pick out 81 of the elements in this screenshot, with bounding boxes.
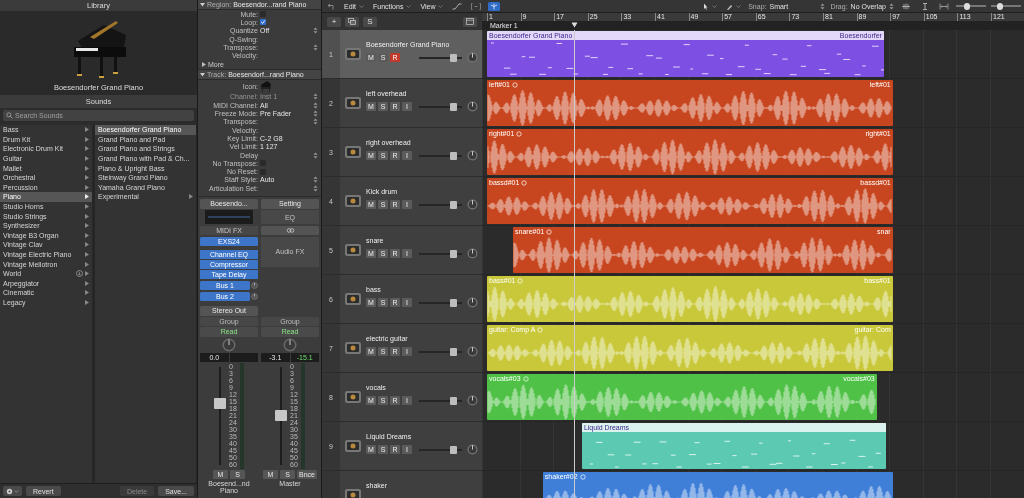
- global-tracks-button[interactable]: [463, 16, 477, 27]
- slider-thumb[interactable]: [449, 151, 457, 160]
- duplicate-track-button[interactable]: [345, 16, 359, 27]
- slider-thumb[interactable]: [449, 445, 457, 454]
- slider-thumb[interactable]: [449, 102, 457, 111]
- pointer-tool-button[interactable]: [701, 1, 720, 11]
- checkmark-icon: [260, 19, 266, 26]
- bracket-icon: [471, 2, 482, 10]
- arrow-icon: [327, 2, 335, 10]
- duplicate-icon: [348, 18, 356, 25]
- send-knob: [251, 281, 258, 289]
- instrument-icon: [343, 388, 363, 406]
- fader-handle[interactable]: [214, 398, 227, 410]
- search-icon: [6, 112, 13, 119]
- instrument-icon: [343, 45, 363, 63]
- pan-knob: [467, 297, 478, 308]
- send-knob: [251, 292, 258, 300]
- link-button[interactable]: [261, 225, 319, 235]
- playhead-line[interactable]: [573, 30, 575, 498]
- slider-thumb[interactable]: [449, 200, 457, 209]
- pencil-icon: [726, 2, 734, 10]
- catch-button[interactable]: [488, 1, 501, 11]
- tool-button[interactable]: [937, 1, 951, 11]
- caret-icon: [438, 4, 444, 8]
- instrument-icon: [343, 339, 363, 357]
- checkbox[interactable]: [260, 11, 266, 18]
- pan-knob: [467, 444, 478, 455]
- playhead-icon: [570, 22, 578, 28]
- link-icon: [285, 227, 295, 233]
- stepper-icon: [313, 27, 318, 35]
- instrument-icon: [343, 290, 363, 308]
- stepper-icon: [313, 43, 318, 51]
- volume-slider[interactable]: [419, 56, 462, 59]
- pan-knob: [467, 199, 478, 210]
- pan-knob: [467, 101, 478, 112]
- playhead-icon: [490, 2, 499, 10]
- slider-thumb[interactable]: [449, 347, 457, 356]
- slider-thumb[interactable]: [963, 2, 970, 10]
- pan-knob: [467, 346, 478, 357]
- global-solo-button[interactable]: S: [363, 16, 377, 27]
- slider-thumb[interactable]: [997, 2, 1003, 10]
- pan-knob: [467, 52, 478, 63]
- waveform-zoom-icon: [901, 2, 911, 10]
- caret-icon: [712, 4, 718, 8]
- pan-knob: [222, 337, 236, 352]
- pan-knob: [283, 337, 297, 352]
- fit-width-icon: [939, 2, 949, 10]
- pointer-icon: [703, 2, 710, 10]
- curve-icon: [452, 2, 463, 10]
- stepper-icon: [889, 2, 894, 10]
- gear-icon: [6, 487, 19, 495]
- slider-thumb[interactable]: [449, 53, 457, 62]
- pan-knob: [467, 395, 478, 406]
- tool-button[interactable]: [899, 1, 913, 11]
- checkbox[interactable]: [260, 19, 266, 26]
- slider-thumb[interactable]: [449, 249, 457, 258]
- slider-thumb[interactable]: [449, 396, 457, 405]
- caret-icon: [359, 4, 365, 8]
- disclosure-icon: [200, 2, 205, 7]
- automation-curve-button[interactable]: [450, 1, 465, 11]
- instrument-icon: [343, 241, 363, 259]
- stepper-icon: [313, 151, 318, 159]
- flex-button[interactable]: [469, 1, 484, 11]
- window-icon: [466, 18, 474, 25]
- instrument-icon: [343, 94, 363, 112]
- peak-readout: [229, 352, 258, 362]
- add-track-button[interactable]: +: [327, 16, 341, 27]
- pan-knob: [467, 150, 478, 161]
- stepper-icon: [820, 2, 826, 10]
- caret-icon: [406, 4, 412, 8]
- instrument-icon: [343, 192, 363, 210]
- slider-thumb[interactable]: [449, 298, 457, 307]
- fader-handle[interactable]: [275, 410, 288, 421]
- instrument-icon: [343, 143, 363, 161]
- grand-piano-icon: [260, 80, 272, 93]
- back-button[interactable]: [325, 1, 337, 11]
- pan-knob: [467, 248, 478, 259]
- caret-icon: [736, 4, 742, 8]
- settings-button[interactable]: [3, 486, 22, 496]
- text-cursor-icon: [920, 2, 930, 10]
- instrument-icon: [343, 437, 363, 455]
